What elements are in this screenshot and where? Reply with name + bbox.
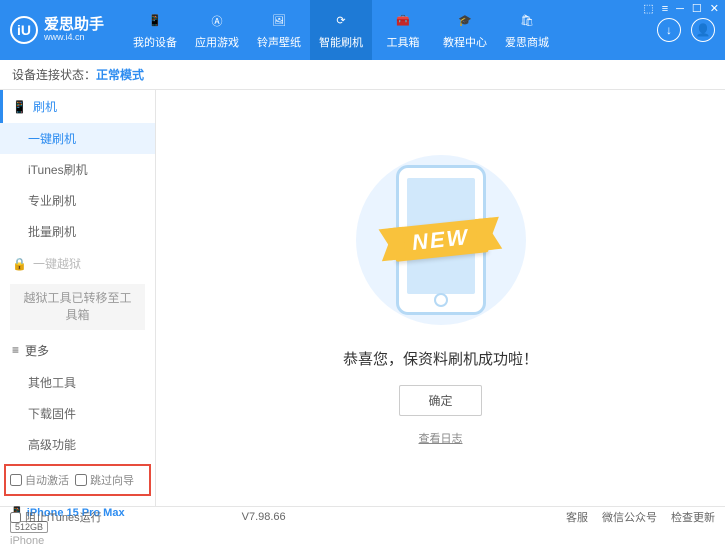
top-nav: 📱我的设备 Ⓐ应用游戏 🖼铃声壁纸 ⟳智能刷机 🧰工具箱 🎓教程中心 🛍爱思商城 — [124, 0, 558, 60]
device-info: 📱 iPhone 15 Pro Max 512GB iPhone — [0, 500, 155, 553]
highlighted-checkbox-row: 自动激活 跳过向导 — [4, 464, 151, 496]
sidebar-item-oneclick-flash[interactable]: 一键刷机 — [0, 123, 155, 154]
phone-icon: 📱 — [12, 100, 27, 114]
sidebar-jailbreak-notice: 越狱工具已转移至工具箱 — [10, 284, 145, 330]
list-icon: ≡ — [12, 343, 19, 357]
apps-icon: Ⓐ — [207, 11, 227, 31]
auto-activate-checkbox[interactable]: 自动激活 — [10, 472, 69, 488]
status-mode: 正常模式 — [96, 66, 144, 83]
user-icons: ↓ 👤 — [657, 18, 715, 42]
sidebar-group-jailbreak: 🔒 一键越狱 — [0, 247, 155, 280]
maximize-icon[interactable]: ☐ — [692, 2, 702, 15]
app-url: www.i4.cn — [44, 33, 104, 43]
nav-tutorials[interactable]: 🎓教程中心 — [434, 0, 496, 60]
app-name: 爱思助手 — [44, 17, 104, 34]
device-icon: 📱 — [145, 11, 165, 31]
skip-guide-checkbox[interactable]: 跳过向导 — [75, 472, 134, 488]
store-icon: 🛍 — [517, 11, 537, 31]
version-label: V7.98.66 — [242, 511, 286, 523]
block-itunes-checkbox[interactable]: 阻止iTunes运行 — [10, 509, 102, 525]
ok-button[interactable]: 确定 — [399, 385, 481, 416]
footer-link-wechat[interactable]: 微信公众号 — [602, 509, 657, 525]
menu-icon[interactable]: ≡ — [662, 3, 668, 15]
sidebar-item-download-firmware[interactable]: 下载固件 — [0, 398, 155, 429]
window-controls: ⬚ ≡ ─ ☐ ✕ — [643, 2, 719, 15]
status-bar: 设备连接状态： 正常模式 — [0, 60, 725, 90]
lock-icon: 🔒 — [12, 257, 27, 271]
sidebar: 📱 刷机 一键刷机 iTunes刷机 专业刷机 批量刷机 🔒 一键越狱 越狱工具… — [0, 90, 156, 506]
wallpaper-icon: 🖼 — [269, 11, 289, 31]
download-icon[interactable]: ↓ — [657, 18, 681, 42]
nav-apps-games[interactable]: Ⓐ应用游戏 — [186, 0, 248, 60]
main-content: NEW 恭喜您，保资料刷机成功啦！ 确定 查看日志 — [156, 90, 725, 506]
tutorial-icon: 🎓 — [455, 11, 475, 31]
titlebar: ⬚ ≡ ─ ☐ ✕ iU 爱思助手 www.i4.cn 📱我的设备 Ⓐ应用游戏 … — [0, 0, 725, 60]
sidebar-group-flash[interactable]: 📱 刷机 — [0, 90, 155, 123]
sidebar-group-more[interactable]: ≡ 更多 — [0, 334, 155, 367]
user-icon[interactable]: 👤 — [691, 18, 715, 42]
success-illustration: NEW — [331, 150, 551, 330]
minimize-icon[interactable]: ─ — [676, 3, 684, 15]
sidebar-item-batch-flash[interactable]: 批量刷机 — [0, 216, 155, 247]
sidebar-item-other-tools[interactable]: 其他工具 — [0, 367, 155, 398]
close-icon[interactable]: ✕ — [710, 2, 719, 15]
success-message: 恭喜您，保资料刷机成功啦！ — [343, 348, 538, 369]
nav-store[interactable]: 🛍爱思商城 — [496, 0, 558, 60]
nav-ringtone-wallpaper[interactable]: 🖼铃声壁纸 — [248, 0, 310, 60]
footer-link-support[interactable]: 客服 — [566, 509, 588, 525]
toolbox-icon: 🧰 — [393, 11, 413, 31]
nav-smart-flash[interactable]: ⟳智能刷机 — [310, 0, 372, 60]
status-label: 设备连接状态： — [12, 66, 96, 83]
device-type: iPhone — [10, 535, 145, 547]
view-log-link[interactable]: 查看日志 — [419, 430, 463, 446]
logo-icon: iU — [10, 16, 38, 44]
nav-my-device[interactable]: 📱我的设备 — [124, 0, 186, 60]
flash-icon: ⟳ — [331, 11, 351, 31]
cart-icon[interactable]: ⬚ — [643, 2, 653, 15]
footer-link-update[interactable]: 检查更新 — [671, 509, 715, 525]
sidebar-item-pro-flash[interactable]: 专业刷机 — [0, 185, 155, 216]
sidebar-item-advanced[interactable]: 高级功能 — [0, 429, 155, 460]
sidebar-item-itunes-flash[interactable]: iTunes刷机 — [0, 154, 155, 185]
nav-toolbox[interactable]: 🧰工具箱 — [372, 0, 434, 60]
logo: iU 爱思助手 www.i4.cn — [10, 16, 104, 44]
